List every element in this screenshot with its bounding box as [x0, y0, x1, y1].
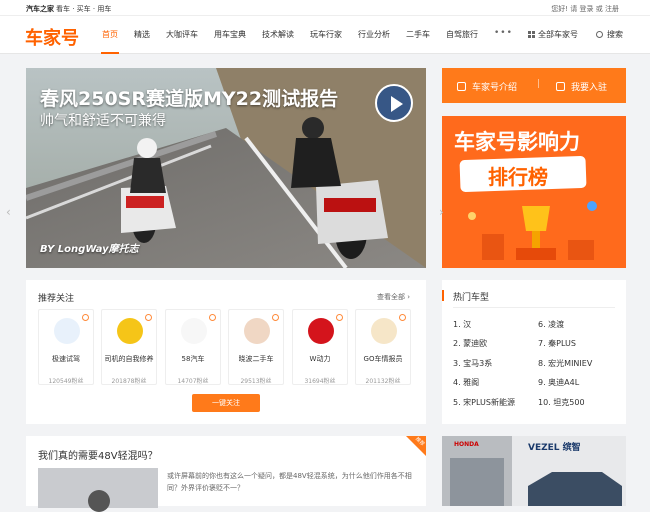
- grid-icon: [528, 31, 535, 38]
- all-accounts-button[interactable]: 全部车家号: [528, 29, 578, 40]
- nav-item-enthusiasts[interactable]: 玩车行家: [310, 29, 342, 40]
- avatar: [371, 318, 397, 344]
- account-name: 司机的自我修养: [104, 355, 154, 363]
- recommended-follow-title: 推荐关注: [38, 294, 75, 304]
- search-label: 搜索: [607, 30, 623, 39]
- fan-count: 201878粉丝: [111, 378, 147, 385]
- add-follow-icon[interactable]: [336, 314, 343, 321]
- hot-model-item[interactable]: 4. 雅阁: [453, 377, 479, 388]
- account-card[interactable]: 极速试驾 120549粉丝: [38, 309, 94, 385]
- honda-brand: HONDA: [454, 441, 479, 448]
- account-card[interactable]: 晓波二手车 29513粉丝: [228, 309, 284, 385]
- honda-vezel-ad[interactable]: HONDA VEZEL 缤智: [442, 436, 626, 506]
- account-card[interactable]: W动力 31694粉丝: [292, 309, 348, 385]
- nav-item-featured[interactable]: 精选: [134, 29, 150, 40]
- hot-model-item[interactable]: 7. 秦PLUS: [538, 338, 576, 349]
- article-thumbnail[interactable]: [38, 468, 158, 512]
- follow-all-button[interactable]: 一键关注: [192, 394, 260, 412]
- active-tab-indicator: [101, 52, 119, 54]
- play-icon[interactable]: [375, 84, 413, 122]
- nav-item-road-trip[interactable]: 自驾旅行: [446, 29, 478, 40]
- hot-model-item[interactable]: 5. 宋PLUS新能源: [453, 397, 515, 408]
- account-card[interactable]: 司机的自我修养 201878粉丝: [101, 309, 157, 385]
- account-name: W动力: [309, 355, 331, 363]
- hot-model-item[interactable]: 2. 蒙迪欧: [453, 338, 487, 349]
- scroll-left-arrow[interactable]: ‹: [6, 205, 11, 219]
- article-snippet: 或许屏幕前的你也有这么一个疑问，都是48V轻混系统，为什么他们作用各不相同？外界…: [167, 472, 412, 492]
- avatar: [181, 318, 207, 344]
- intro-link[interactable]: 车家号介绍: [457, 80, 517, 93]
- intro-label: 车家号介绍: [472, 83, 518, 93]
- search-button[interactable]: 搜索: [596, 29, 623, 40]
- hot-model-item[interactable]: 8. 宏光MINIEV: [538, 358, 592, 369]
- account-name: 58汽车: [181, 355, 205, 363]
- divider: |: [537, 79, 541, 89]
- nav-item-car-guide[interactable]: 用车宝典: [214, 29, 246, 40]
- fan-count: 14707粉丝: [177, 378, 209, 385]
- hero-subtitle: 帅气和舒适不可兼得: [40, 113, 166, 129]
- fan-count: 120549粉丝: [48, 378, 84, 385]
- all-accounts-label: 全部车家号: [538, 30, 578, 39]
- top-bar: 汽车之家 看车 · 买车 · 用车 您好! 请 登录 或 注册: [0, 0, 650, 16]
- fan-count: 29513粉丝: [240, 378, 272, 385]
- avatar: [117, 318, 143, 344]
- hot-model-item[interactable]: 10. 坦克500: [538, 397, 585, 408]
- play-icon[interactable]: [88, 490, 110, 512]
- top-links[interactable]: 看车 · 买车 · 用车: [56, 4, 111, 14]
- influence-ranking-banner[interactable]: 车家号影响力 排行榜: [442, 116, 626, 268]
- hot-model-item[interactable]: 3. 宝马3系: [453, 358, 492, 369]
- add-follow-icon[interactable]: [82, 314, 89, 321]
- article-title[interactable]: 我们真的需要48V轻混吗？: [38, 447, 158, 462]
- account-actions-bar: 车家号介绍 | 我要入驻: [442, 68, 626, 103]
- join-label: 我要入驻: [571, 83, 608, 93]
- account-card[interactable]: 58汽车 14707粉丝: [165, 309, 221, 385]
- avatar: [54, 318, 80, 344]
- hero-credit: BY LongWay摩托志: [40, 244, 139, 255]
- chejiahao-logo[interactable]: 车家号: [25, 24, 79, 50]
- store-icon: [556, 82, 565, 91]
- hot-model-item[interactable]: 1. 汉: [453, 319, 471, 330]
- hot-model-item[interactable]: 6. 凌渡: [538, 319, 564, 330]
- more-menu-icon[interactable]: •••: [494, 28, 513, 38]
- avatar: [308, 318, 334, 344]
- hot-model-item[interactable]: 9. 奥迪A4L: [538, 377, 579, 388]
- document-icon: [457, 82, 466, 91]
- nav-item-used-cars[interactable]: 二手车: [406, 29, 430, 40]
- nav-item-expert-reviews[interactable]: 大咖评车: [166, 29, 198, 40]
- scroll-right-arrow[interactable]: ›: [439, 205, 444, 219]
- add-follow-icon[interactable]: [209, 314, 216, 321]
- fan-count: 31694粉丝: [304, 378, 336, 385]
- nav-item-home[interactable]: 首页: [102, 29, 118, 40]
- trophy-illustration: [468, 201, 597, 260]
- avatar: [244, 318, 270, 344]
- account-name: GO车情报员: [363, 355, 403, 363]
- divider: [453, 307, 615, 308]
- hero-title[interactable]: 春风250SR赛道版MY22测试报告: [40, 84, 338, 111]
- fan-count: 201132粉丝: [365, 378, 401, 385]
- article-card[interactable]: 我们真的需要48V轻混吗？ 或许屏幕前的你也有这么一个疑问，都是48V轻混系统，…: [26, 436, 426, 512]
- main-nav: 车家号 首页 精选 大咖评车 用车宝典 技术解读 玩车行家 行业分析 二手车 自…: [0, 16, 650, 54]
- account-name: 极速试驾: [52, 355, 80, 363]
- vezel-logo: VEZEL 缤智: [528, 443, 581, 453]
- account-name: 晓波二手车: [238, 355, 274, 363]
- hot-models-title: 热门车型: [453, 293, 490, 303]
- add-follow-icon[interactable]: [145, 314, 152, 321]
- add-follow-icon[interactable]: [399, 314, 406, 321]
- add-follow-icon[interactable]: [272, 314, 279, 321]
- hot-models-panel: 热门车型 1. 汉 6. 凌渡 2. 蒙迪欧 7. 秦PLUS 3. 宝马3系 …: [442, 280, 626, 424]
- recommended-follow-panel: 推荐关注 查看全部 › 极速试驾 120549粉丝 司机的自我修养 201878…: [26, 280, 426, 424]
- nav-item-tech[interactable]: 技术解读: [262, 29, 294, 40]
- hero-banner[interactable]: 春风250SR赛道版MY22测试报告 帅气和舒适不可兼得 BY LongWay摩…: [26, 68, 426, 268]
- section-accent: [442, 290, 444, 301]
- join-link[interactable]: 我要入驻: [556, 80, 607, 93]
- search-icon: [596, 31, 603, 38]
- view-all-link[interactable]: 查看全部 ›: [377, 292, 410, 302]
- nav-item-industry[interactable]: 行业分析: [358, 29, 390, 40]
- autohome-brand[interactable]: 汽车之家: [26, 4, 54, 14]
- account-card[interactable]: GO车情报员 201132粉丝: [355, 309, 411, 385]
- user-login-links[interactable]: 您好! 请 登录 或 注册: [551, 4, 619, 14]
